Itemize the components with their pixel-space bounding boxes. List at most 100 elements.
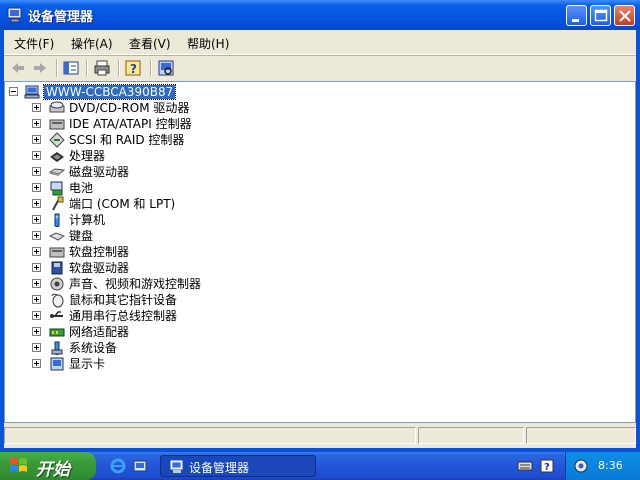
- window-title: 设备管理器: [28, 10, 94, 25]
- sound-icon: [50, 277, 64, 291]
- menu-bar: 文件(F) 操作(A) 查看(V) 帮助(H): [4, 30, 636, 55]
- tree-item-label: IDE ATA/ATAPI 控制器: [69, 117, 192, 131]
- device-manager-window: 设备管理器 文件(F) 操作(A) 查看(V) 帮助(H) ? WWW-CCBC…: [0, 0, 640, 452]
- floppy-controller-icon: [49, 247, 65, 258]
- tree-item[interactable]: 磁盘驱动器: [5, 164, 625, 180]
- tree-item[interactable]: 端口 (COM 和 LPT): [5, 196, 625, 212]
- volume-tray-icon[interactable]: [573, 458, 589, 474]
- expand-toggle[interactable]: [32, 167, 41, 176]
- taskbar: 开始 设备管理器 ? 8:36: [0, 452, 640, 480]
- tree-item[interactable]: 处理器: [5, 148, 625, 164]
- minimize-icon: [572, 19, 579, 22]
- tree-item[interactable]: 显示卡: [5, 356, 625, 372]
- tree-item[interactable]: 鼠标和其它指针设备: [5, 292, 625, 308]
- expand-toggle[interactable]: [32, 295, 41, 304]
- expand-toggle[interactable]: [32, 247, 41, 256]
- disk-drive-icon: [49, 168, 65, 176]
- svg-text:?: ?: [544, 462, 550, 473]
- tree-item[interactable]: 软盘驱动器: [5, 260, 625, 276]
- device-tree[interactable]: WWW-CCBCA390B87 DVD/CD-ROM 驱动器 IDE ATA/AT…: [4, 81, 636, 423]
- display-adapter-icon: [50, 357, 64, 371]
- expand-toggle[interactable]: [32, 359, 41, 368]
- taskbar-device-manager-button[interactable]: 设备管理器: [160, 455, 316, 477]
- expand-toggle[interactable]: [32, 215, 41, 224]
- taskbar-task-label: 设备管理器: [189, 461, 250, 475]
- keyboard-tray-icon[interactable]: [517, 460, 533, 472]
- expand-toggle[interactable]: [32, 343, 41, 352]
- back-arrow-icon[interactable]: [9, 59, 27, 77]
- root-computer-label[interactable]: WWW-CCBCA390B87: [42, 84, 177, 100]
- expand-toggle[interactable]: [32, 103, 41, 112]
- start-button[interactable]: 开始: [0, 452, 96, 480]
- tree-item-label: 软盘控制器: [69, 245, 130, 259]
- menu-file[interactable]: 文件(F): [14, 35, 54, 52]
- show-desktop-icon[interactable]: [132, 458, 148, 474]
- minimize-button[interactable]: [566, 5, 587, 26]
- network-adapter-icon: [49, 328, 65, 337]
- expand-toggle[interactable]: [32, 263, 41, 272]
- tree-item-label: 鼠标和其它指针设备: [69, 293, 178, 307]
- expand-toggle[interactable]: [32, 151, 41, 160]
- svg-text:?: ?: [130, 62, 137, 76]
- toolbar-separator: [86, 59, 88, 77]
- computer-icon: [54, 213, 60, 227]
- expand-toggle[interactable]: [32, 311, 41, 320]
- scsi-icon: [49, 132, 65, 148]
- expand-toggle[interactable]: [32, 327, 41, 336]
- scan-hardware-icon[interactable]: [157, 59, 175, 77]
- status-panel: [4, 427, 416, 444]
- expand-toggle[interactable]: [32, 135, 41, 144]
- usb-icon: [50, 311, 63, 318]
- title-bar[interactable]: 设备管理器: [0, 0, 640, 30]
- properties-icon[interactable]: [62, 59, 80, 77]
- close-icon: [619, 10, 631, 22]
- tree-item[interactable]: 键盘: [5, 228, 625, 244]
- tree-item-label: 通用串行总线控制器: [69, 309, 178, 323]
- expand-toggle[interactable]: [32, 231, 41, 240]
- print-icon[interactable]: [93, 59, 111, 77]
- tree-item[interactable]: DVD/CD-ROM 驱动器: [5, 100, 625, 116]
- tree-item-label: 处理器: [69, 149, 106, 163]
- tree-item-label: SCSI 和 RAID 控制器: [69, 133, 185, 147]
- tree-item-label: 计算机: [69, 213, 106, 227]
- tree-item[interactable]: SCSI 和 RAID 控制器: [5, 132, 625, 148]
- status-bar: [4, 425, 636, 446]
- tree-root[interactable]: WWW-CCBCA390B87: [5, 84, 625, 100]
- expand-toggle[interactable]: [32, 119, 41, 128]
- collapse-toggle[interactable]: [9, 87, 18, 96]
- tree-item[interactable]: 系统设备: [5, 340, 625, 356]
- tree-item[interactable]: 计算机: [5, 212, 625, 228]
- tree-item[interactable]: IDE ATA/ATAPI 控制器: [5, 116, 625, 132]
- tree-item[interactable]: 电池: [5, 180, 625, 196]
- expand-toggle[interactable]: [32, 183, 41, 192]
- processor-icon: [50, 152, 64, 162]
- expand-toggle[interactable]: [32, 199, 41, 208]
- computer-root-icon: [24, 85, 40, 99]
- keyboard-icon: [49, 232, 65, 241]
- toolbar-separator: [56, 59, 58, 77]
- ide-controller-icon: [49, 119, 65, 130]
- tree-item-label: 显示卡: [69, 357, 106, 371]
- close-button[interactable]: [614, 5, 635, 26]
- tree-item-label: 电池: [69, 181, 94, 195]
- menu-action[interactable]: 操作(A): [71, 35, 113, 52]
- menu-help[interactable]: 帮助(H): [187, 35, 229, 52]
- help-tray-icon[interactable]: ?: [539, 458, 555, 474]
- menu-view[interactable]: 查看(V): [129, 35, 171, 52]
- system-device-icon: [51, 341, 63, 355]
- battery-icon: [50, 181, 63, 196]
- status-panel: [418, 427, 524, 444]
- clock: 8:36: [598, 459, 623, 472]
- tree-item[interactable]: 网络适配器: [5, 324, 625, 340]
- tree-item[interactable]: 通用串行总线控制器: [5, 308, 625, 324]
- maximize-button[interactable]: [590, 5, 611, 26]
- tree-item-label: DVD/CD-ROM 驱动器: [69, 101, 190, 115]
- windows-logo-icon: [10, 458, 27, 472]
- help-icon[interactable]: ?: [124, 59, 142, 77]
- expand-toggle[interactable]: [32, 279, 41, 288]
- tree-item[interactable]: 声音、视频和游戏控制器: [5, 276, 625, 292]
- toolbar-separator: [150, 59, 152, 77]
- internet-explorer-icon[interactable]: [110, 458, 126, 474]
- tree-item[interactable]: 软盘控制器: [5, 244, 625, 260]
- forward-arrow-icon[interactable]: [31, 59, 49, 77]
